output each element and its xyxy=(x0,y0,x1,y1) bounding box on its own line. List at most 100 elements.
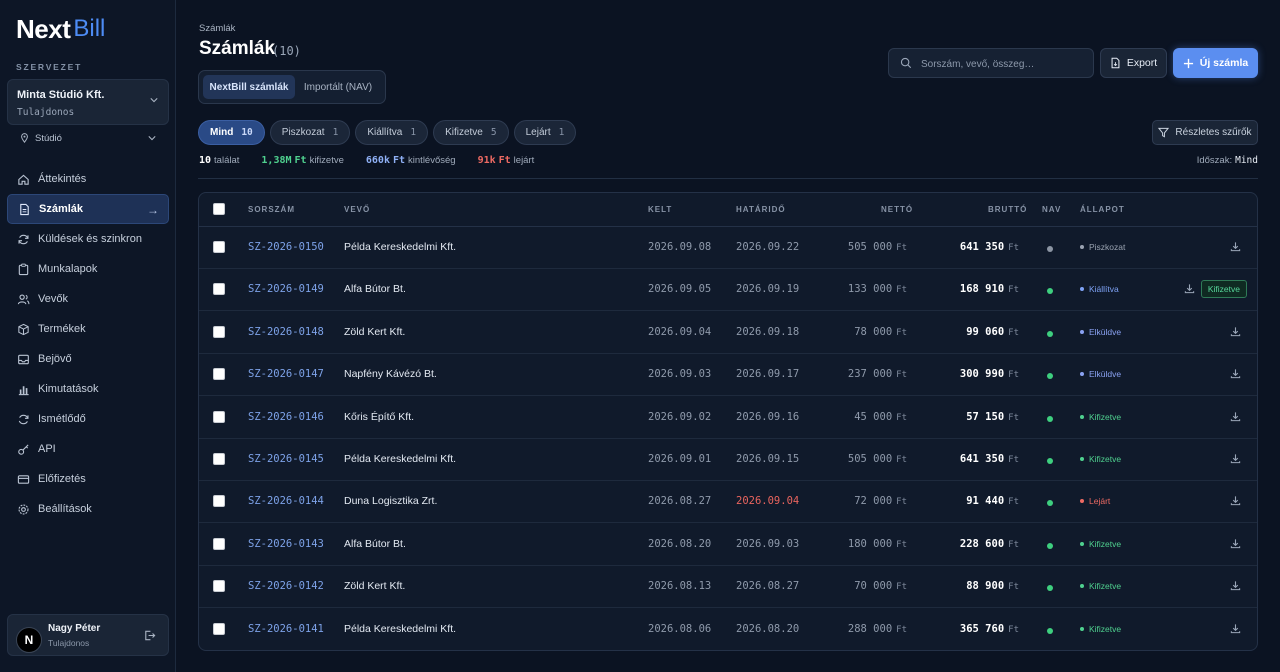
column-header-date[interactable]: KELT xyxy=(648,205,672,214)
invoice-number-link[interactable]: SZ-2026-0143 xyxy=(248,538,324,550)
export-button[interactable]: Export xyxy=(1100,48,1167,78)
row-checkbox[interactable] xyxy=(213,580,225,593)
table-row[interactable]: SZ-2026-0143 Alfa Bútor Bt. 2026.08.20 2026… xyxy=(199,524,1257,566)
column-header-net[interactable]: NETTÓ xyxy=(881,205,913,214)
sidebar-item-reports[interactable]: Kimutatások xyxy=(7,374,169,404)
download-icon[interactable] xyxy=(1230,453,1241,467)
org-role: Tulajdonos xyxy=(17,107,75,118)
table-row[interactable]: SZ-2026-0146 Kőris Építő Kft. 2026.09.02 20… xyxy=(199,397,1257,439)
detailed-filters-label: Részletes szűrők xyxy=(1175,127,1252,138)
gross-value: 99 060 xyxy=(966,325,1005,338)
column-header-number[interactable]: SORSZÁM xyxy=(248,205,295,214)
row-checkbox[interactable] xyxy=(213,453,225,465)
net-amount: 237 000 Ft xyxy=(848,368,907,380)
invoice-number-link[interactable]: SZ-2026-0142 xyxy=(248,580,324,592)
table-row[interactable]: SZ-2026-0141 Példa Kereskedelmi Kft. 2026.… xyxy=(199,609,1257,650)
summary-overdue: 91k Ft lejárt xyxy=(478,155,535,166)
period-label: Időszak: xyxy=(1196,155,1233,166)
column-header-buyer[interactable]: VEVŐ xyxy=(344,205,370,214)
net-value: 133 000 xyxy=(847,283,893,296)
sidebar-item-worksheets[interactable]: Munkalapok xyxy=(7,254,169,284)
column-header-gross[interactable]: BRUTTÓ xyxy=(988,205,1027,214)
mark-paid-button[interactable]: Kifizetve xyxy=(1200,280,1247,299)
period-selector[interactable]: Időszak: Mind xyxy=(1197,155,1258,166)
sidebar-item-recurring[interactable]: Ismétlődő xyxy=(7,404,169,434)
table-row[interactable]: SZ-2026-0142 Zöld Kert Kft. 2026.08.13 2026… xyxy=(199,566,1257,609)
users-icon xyxy=(17,293,30,306)
workspace-switcher[interactable]: Stúdió xyxy=(20,131,160,145)
invoice-number-link[interactable]: SZ-2026-0150 xyxy=(248,241,324,253)
row-checkbox[interactable] xyxy=(213,368,225,381)
invoice-number-link[interactable]: SZ-2026-0141 xyxy=(248,623,324,635)
table-row[interactable]: SZ-2026-0149 Alfa Bútor Bt. 2026.09.05 2026… xyxy=(199,269,1257,312)
invoice-number-link[interactable]: SZ-2026-0146 xyxy=(248,411,324,423)
download-icon[interactable] xyxy=(1230,326,1241,340)
row-checkbox[interactable] xyxy=(213,283,225,296)
user-card[interactable]: N Nagy Péter Tulajdonos xyxy=(7,614,169,656)
chip-issued[interactable]: Kiállítva 1 xyxy=(355,120,429,145)
chip-paid[interactable]: Kifizetve 5 xyxy=(433,120,509,145)
sidebar-item-subscription[interactable]: Előfizetés xyxy=(7,464,169,494)
issue-date: 2026.09.05 xyxy=(648,283,712,296)
row-checkbox[interactable] xyxy=(213,410,225,423)
row-checkbox[interactable] xyxy=(213,241,225,253)
invoice-number-link[interactable]: SZ-2026-0145 xyxy=(248,453,324,465)
tab-nextbill-invoices[interactable]: NextBill számlák xyxy=(203,75,295,99)
select-all-checkbox[interactable] xyxy=(213,203,225,215)
sidebar-item-invoices[interactable]: Számlák → xyxy=(7,194,169,224)
detailed-filters-button[interactable]: Részletes szűrők xyxy=(1152,120,1258,145)
download-icon[interactable] xyxy=(1230,580,1241,594)
currency: Ft xyxy=(1008,455,1019,465)
table-row[interactable]: SZ-2026-0150 Példa Kereskedelmi Kft. 2026.… xyxy=(199,227,1257,269)
sidebar-item-sync[interactable]: Küldések és szinkron xyxy=(7,224,169,254)
sidebar-item-customers[interactable]: Vevők xyxy=(7,284,169,314)
download-icon[interactable] xyxy=(1230,538,1241,552)
card-icon xyxy=(17,473,30,486)
row-checkbox[interactable] xyxy=(213,622,225,635)
row-checkbox[interactable] xyxy=(213,537,225,550)
currency: Ft xyxy=(1008,539,1019,550)
download-icon[interactable] xyxy=(1230,241,1241,255)
chip-all[interactable]: Mind 10 xyxy=(198,120,265,145)
column-header-status[interactable]: ÁLLAPOT xyxy=(1080,205,1125,214)
issue-date: 2026.09.08 xyxy=(648,241,712,253)
gross-value: 91 440 xyxy=(966,495,1005,508)
sidebar-item-products[interactable]: Termékek xyxy=(7,314,169,344)
download-icon[interactable] xyxy=(1230,623,1241,637)
table-row[interactable]: SZ-2026-0148 Zöld Kert Kft. 2026.09.04 2026… xyxy=(199,312,1257,354)
new-invoice-button[interactable]: Új számla xyxy=(1173,48,1258,78)
sidebar-item-settings[interactable]: Beállítások xyxy=(7,494,169,524)
logo[interactable]: Next Bill xyxy=(16,14,105,44)
table-row[interactable]: SZ-2026-0144 Duna Logisztika Zrt. 2026.08.… xyxy=(199,481,1257,524)
status-dot xyxy=(1080,584,1084,589)
nav-status-dot xyxy=(1047,500,1053,507)
sidebar-item-overview[interactable]: Áttekintés xyxy=(7,164,169,194)
tab-imported-nav[interactable]: Importált (NAV) xyxy=(299,75,377,99)
org-switcher[interactable]: Minta Stúdió Kft. Tulajdonos xyxy=(7,79,169,125)
status-dot xyxy=(1080,245,1084,249)
row-checkbox[interactable] xyxy=(213,495,225,508)
download-icon[interactable] xyxy=(1230,411,1241,425)
logout-icon[interactable] xyxy=(143,629,156,642)
download-icon[interactable] xyxy=(1184,283,1195,297)
invoice-number-link[interactable]: SZ-2026-0144 xyxy=(248,495,324,507)
invoice-number-link[interactable]: SZ-2026-0148 xyxy=(248,326,324,338)
invoice-number-link[interactable]: SZ-2026-0149 xyxy=(248,283,324,295)
column-header-due[interactable]: HATÁRIDŐ xyxy=(736,205,786,214)
sidebar-item-incoming[interactable]: Bejövő xyxy=(7,344,169,374)
due-date: 2026.09.17 xyxy=(736,368,800,381)
download-icon[interactable] xyxy=(1230,495,1241,509)
table-row[interactable]: SZ-2026-0145 Példa Kereskedelmi Kft. 2026.… xyxy=(199,439,1257,481)
chip-overdue[interactable]: Lejárt 1 xyxy=(513,120,577,145)
search-input[interactable] xyxy=(921,55,1086,73)
breadcrumb[interactable]: Számlák xyxy=(199,23,235,34)
table-row[interactable]: SZ-2026-0147 Napfény Kávézó Bt. 2026.09.03… xyxy=(199,354,1257,397)
buyer-name: Alfa Bútor Bt. xyxy=(344,537,406,550)
row-checkbox[interactable] xyxy=(213,325,225,338)
status-label: Elküldve xyxy=(1089,369,1122,380)
sidebar-item-api[interactable]: API xyxy=(7,434,169,464)
status-badge: Kifizetve xyxy=(1080,539,1121,549)
chip-draft[interactable]: Piszkozat 1 xyxy=(269,120,351,145)
download-icon[interactable] xyxy=(1230,368,1241,382)
invoice-number-link[interactable]: SZ-2026-0147 xyxy=(248,368,324,380)
